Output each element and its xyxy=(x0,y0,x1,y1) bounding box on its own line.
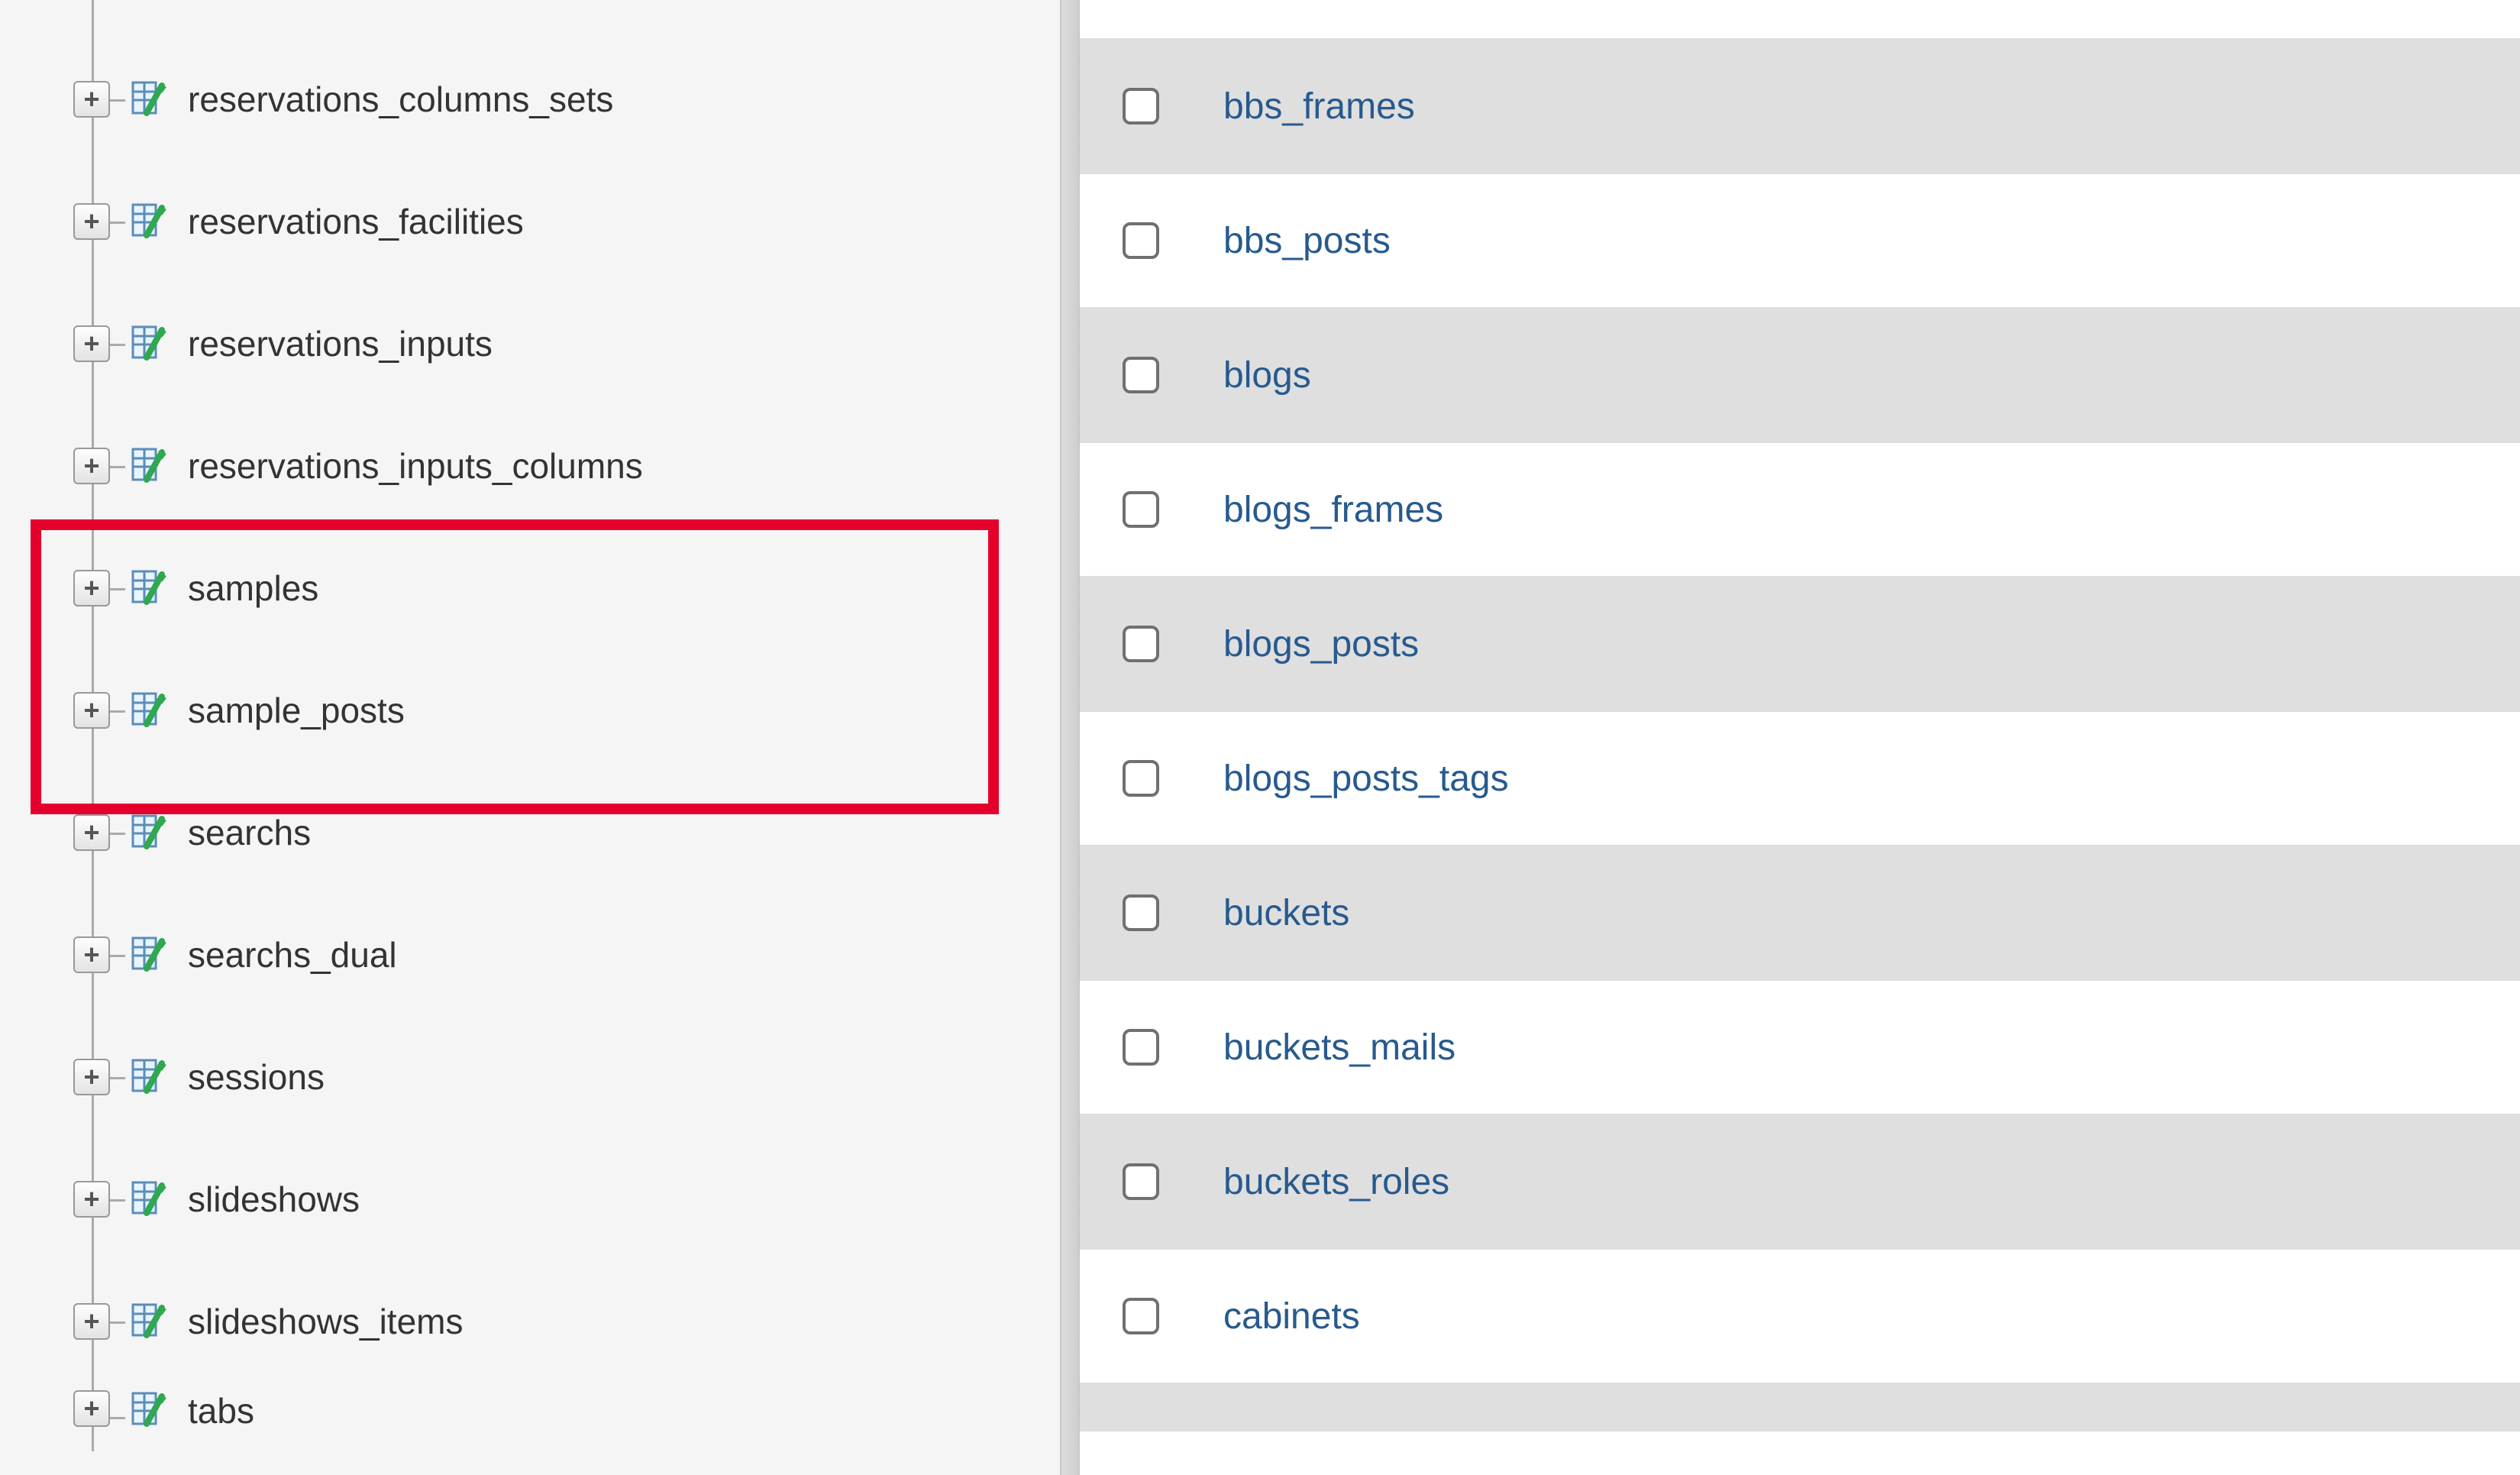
expand-icon[interactable]: + xyxy=(73,81,110,118)
list-row[interactable] xyxy=(1080,1383,2520,1431)
tree-item-samples[interactable]: + samples xyxy=(0,527,1060,649)
table-name-link[interactable]: blogs_posts_tags xyxy=(1223,758,1509,800)
tree-item-sample-posts[interactable]: + sample_posts xyxy=(0,649,1060,771)
tree-item[interactable]: + tabs xyxy=(0,1383,1060,1451)
tree-item-label[interactable]: sample_posts xyxy=(188,690,405,731)
nav-tree: + reservations_columns_selects + reserva… xyxy=(0,0,1060,1451)
tree-item-label[interactable]: searchs xyxy=(188,812,311,853)
list-row[interactable]: blogs xyxy=(1080,307,2520,442)
tree-item[interactable]: + searchs_dual xyxy=(0,894,1060,1016)
list-row[interactable]: blogs_posts_tags xyxy=(1080,710,2520,845)
table-icon xyxy=(131,568,174,608)
app-root: + reservations_columns_selects + reserva… xyxy=(0,0,2520,1475)
expand-icon[interactable]: + xyxy=(73,325,110,362)
table-name-link[interactable]: blogs_posts xyxy=(1223,623,1419,665)
tree-item-label[interactable]: reservations_facilities xyxy=(188,201,524,242)
tree-item[interactable]: + sessions xyxy=(0,1016,1060,1138)
tree-item[interactable]: + reservations_columns_selects xyxy=(0,0,1060,38)
expand-icon[interactable]: + xyxy=(73,570,110,606)
row-checkbox[interactable] xyxy=(1123,1163,1159,1200)
list-row[interactable]: buckets_roles xyxy=(1080,1114,2520,1248)
list-row[interactable]: buckets xyxy=(1080,845,2520,979)
expand-icon[interactable]: + xyxy=(73,1303,110,1340)
tree-item-label[interactable]: samples xyxy=(188,568,318,609)
table-name-link[interactable]: buckets_roles xyxy=(1223,1161,1449,1203)
tree-item-label[interactable]: reservations_columns_sets xyxy=(188,79,613,120)
table-name-link[interactable]: cabinets xyxy=(1223,1295,1360,1338)
tree-item[interactable]: + slideshows_items xyxy=(0,1260,1060,1383)
nav-tree-panel: + reservations_columns_selects + reserva… xyxy=(0,0,1060,1475)
list-row[interactable]: bbs_posts xyxy=(1080,173,2520,307)
table-icon xyxy=(131,202,174,241)
table-name-link[interactable]: blogs xyxy=(1223,354,1311,396)
row-checkbox[interactable] xyxy=(1123,1298,1159,1334)
list-row[interactable]: bbs_frames xyxy=(1080,38,2520,173)
table-icon xyxy=(131,1179,174,1219)
table-icon xyxy=(131,935,174,975)
tree-item-label[interactable]: searchs_dual xyxy=(188,934,397,975)
expand-icon[interactable]: + xyxy=(73,1390,110,1427)
table-list-panel: bbses bbs_frames bbs_posts blogs blogs_f… xyxy=(1080,0,2520,1475)
list-row[interactable]: buckets_mails xyxy=(1080,979,2520,1114)
list-row[interactable]: cabinets xyxy=(1080,1248,2520,1383)
table-name-link[interactable]: bbs_posts xyxy=(1223,220,1391,262)
row-checkbox[interactable] xyxy=(1123,1029,1159,1066)
expand-icon[interactable]: + xyxy=(73,1181,110,1218)
table-list: bbses bbs_frames bbs_posts blogs blogs_f… xyxy=(1080,0,2520,1431)
tree-item[interactable]: + reservations_inputs xyxy=(0,283,1060,405)
row-checkbox[interactable] xyxy=(1123,760,1159,797)
table-icon xyxy=(131,813,174,852)
table-icon xyxy=(131,1057,174,1097)
row-checkbox[interactable] xyxy=(1123,222,1159,259)
expand-icon[interactable]: + xyxy=(73,936,110,973)
table-icon xyxy=(131,79,174,119)
expand-icon[interactable]: + xyxy=(73,814,110,851)
list-row[interactable]: bbses xyxy=(1080,0,2520,38)
table-icon xyxy=(131,691,174,730)
table-icon xyxy=(131,1302,174,1341)
panel-divider[interactable] xyxy=(1060,0,1080,1475)
tree-item-label[interactable]: slideshows_items xyxy=(188,1301,463,1342)
list-row[interactable]: blogs_frames xyxy=(1080,442,2520,576)
tree-item[interactable]: + searchs xyxy=(0,771,1060,894)
tree-item-label[interactable]: sessions xyxy=(188,1056,325,1098)
expand-icon[interactable]: + xyxy=(73,1059,110,1095)
row-checkbox[interactable] xyxy=(1123,88,1159,125)
table-icon xyxy=(131,446,174,486)
row-checkbox[interactable] xyxy=(1123,491,1159,528)
row-checkbox[interactable] xyxy=(1123,894,1159,931)
row-checkbox[interactable] xyxy=(1123,626,1159,662)
table-icon xyxy=(131,1390,174,1430)
tree-item[interactable]: + reservations_columns_sets xyxy=(0,38,1060,160)
expand-icon[interactable]: + xyxy=(73,448,110,484)
list-row[interactable]: blogs_posts xyxy=(1080,576,2520,710)
tree-item-label[interactable]: reservations_inputs xyxy=(188,323,493,364)
table-icon xyxy=(131,324,174,364)
expand-icon[interactable]: + xyxy=(73,692,110,729)
tree-item-label[interactable]: tabs xyxy=(188,1390,254,1431)
tree-item[interactable]: + slideshows xyxy=(0,1138,1060,1260)
expand-icon[interactable]: + xyxy=(73,203,110,240)
tree-item-label[interactable]: reservations_inputs_columns xyxy=(188,445,643,487)
table-name-link[interactable]: buckets_mails xyxy=(1223,1027,1455,1069)
tree-item[interactable]: + reservations_inputs_columns xyxy=(0,405,1060,527)
table-name-link[interactable]: blogs_frames xyxy=(1223,489,1443,531)
row-checkbox[interactable] xyxy=(1123,357,1159,393)
table-name-link[interactable]: bbs_frames xyxy=(1223,86,1415,128)
table-name-link[interactable]: buckets xyxy=(1223,892,1349,934)
tree-item-label[interactable]: slideshows xyxy=(188,1179,360,1220)
tree-item[interactable]: + reservations_facilities xyxy=(0,160,1060,283)
